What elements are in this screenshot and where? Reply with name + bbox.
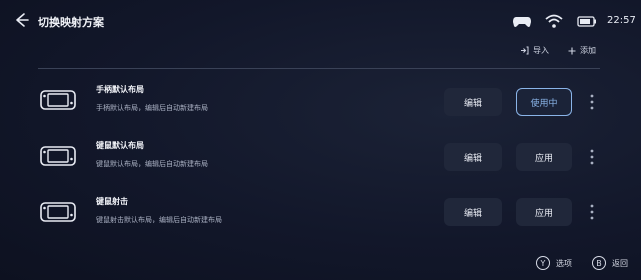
add-button[interactable]: 添加: [568, 45, 596, 56]
profile-description: 键鼠默认布局，编辑后自动新建布局: [96, 160, 208, 168]
profile-row: 键鼠默认布局 键鼠默认布局，编辑后自动新建布局 编辑 应用: [38, 134, 608, 182]
battery-icon: [577, 16, 596, 27]
edit-button[interactable]: 编辑: [444, 88, 502, 116]
back-hint[interactable]: B 返回: [592, 256, 628, 270]
wifi-icon: [545, 14, 563, 28]
add-label: 添加: [580, 46, 596, 55]
import-icon: [521, 46, 529, 55]
back-arrow-icon[interactable]: [12, 11, 30, 29]
options-label: 选项: [556, 258, 572, 268]
profile-name: 手柄默认布局: [96, 85, 144, 94]
import-button[interactable]: 导入: [520, 45, 549, 56]
profile-description: 手柄默认布局，编辑后自动新建布局: [96, 104, 208, 112]
back-label: 返回: [612, 258, 628, 268]
handheld-console-icon: [40, 90, 76, 110]
handheld-console-icon: [40, 202, 76, 222]
profile-row: 手柄默认布局 手柄默认布局，编辑后自动新建布局 编辑 使用中: [38, 78, 608, 126]
profile-row: 键鼠射击 键鼠射击默认布局，编辑后自动新建布局 编辑 应用: [38, 190, 608, 238]
apply-button[interactable]: 应用: [516, 143, 572, 171]
b-button-icon: B: [592, 256, 606, 270]
y-button-icon: Y: [536, 256, 550, 270]
in-use-button[interactable]: 使用中: [516, 88, 572, 116]
profile-description: 键鼠射击默认布局，编辑后自动新建布局: [96, 216, 222, 224]
edit-button[interactable]: 编辑: [444, 143, 502, 171]
options-hint[interactable]: Y 选项: [536, 256, 572, 270]
profile-name: 键鼠射击: [96, 197, 128, 206]
more-options-icon[interactable]: [588, 203, 596, 221]
edit-button[interactable]: 编辑: [444, 198, 502, 226]
page-title: 切换映射方案: [38, 16, 104, 29]
plus-icon: [568, 47, 576, 54]
apply-button[interactable]: 应用: [516, 198, 572, 226]
divider: [38, 68, 600, 69]
more-options-icon[interactable]: [588, 148, 596, 166]
import-label: 导入: [533, 46, 549, 55]
handheld-console-icon: [40, 146, 76, 166]
clock-time: 22:57: [607, 15, 636, 26]
more-options-icon[interactable]: [588, 93, 596, 111]
profile-name: 键鼠默认布局: [96, 141, 144, 150]
gamepad-icon: [513, 17, 531, 27]
